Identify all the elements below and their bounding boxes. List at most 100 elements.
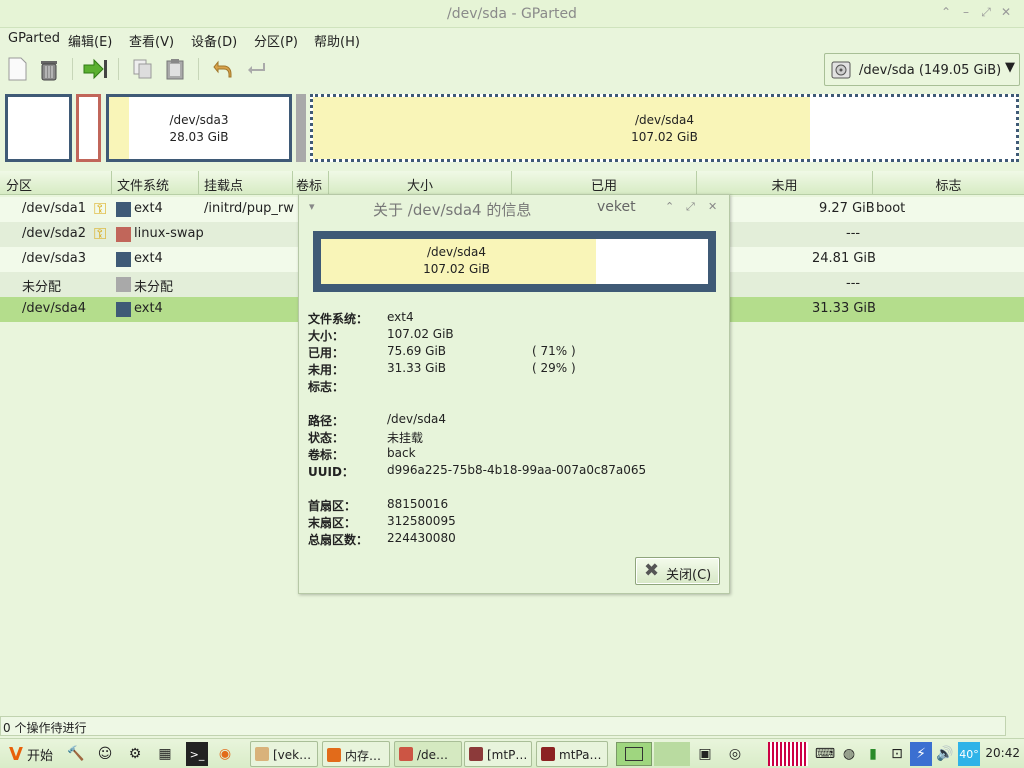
dialog-close-icon[interactable]: ✕ (708, 200, 717, 213)
cpu-monitor[interactable] (768, 742, 808, 766)
temperature[interactable]: 40° (958, 742, 980, 766)
fs-color-swatch (116, 277, 131, 292)
graph-sda4-size: 107.02 GiB (631, 130, 698, 144)
volume-icon[interactable]: 🔊 (934, 742, 956, 766)
cell-flags: boot (876, 201, 906, 216)
start-logo-icon: V (9, 743, 23, 765)
dialog-title: 关于 /dev/sda4 的信息 (373, 201, 532, 219)
undo-icon[interactable] (210, 56, 236, 82)
cell-unused: 9.27 GiB (819, 201, 875, 216)
minimize-arrow-icon[interactable]: ⌃ (936, 5, 956, 19)
taskbar: V 开始 🔨 ☺ ⚙ ▦ >_ ◉ [vek… 内存… /de… [mtP… m… (0, 738, 1024, 768)
paste-icon[interactable] (162, 56, 188, 82)
task-veket[interactable]: [vek… (250, 741, 318, 767)
dialog-graph-name: /dev/sda4 (426, 245, 487, 259)
close-icon[interactable]: ✕ (996, 5, 1016, 19)
value-filesystem: ext4 (387, 310, 414, 324)
network-icon[interactable]: ◍ (838, 742, 860, 766)
cell-partition: /dev/sda3 (22, 251, 86, 266)
menu-help[interactable]: 帮助(H) (314, 31, 360, 50)
pending-operations: 0 个操作待进行 (3, 721, 87, 735)
col-unused[interactable]: 未用 (697, 171, 873, 195)
partition-graph: /dev/sda3 28.03 GiB /dev/sda4 107.02 GiB (4, 92, 1020, 162)
col-partition[interactable]: 分区 (0, 171, 112, 195)
graph-sda3-name: /dev/sda3 (169, 113, 229, 127)
dialog-graph-size: 107.02 GiB (423, 262, 490, 276)
minimize-icon[interactable]: – (956, 5, 976, 19)
label-total-sectors: 总扇区数： (308, 533, 369, 547)
close-x-icon: ✖ (644, 560, 660, 581)
cell-unused: --- (846, 226, 861, 241)
graph-sda3[interactable]: /dev/sda3 28.03 GiB (106, 94, 292, 162)
battery-icon[interactable]: ▮ (862, 742, 884, 766)
col-size[interactable]: 大小 (329, 171, 512, 195)
dialog-menu-icon[interactable]: ▾ (309, 200, 315, 213)
col-flags[interactable]: 标志 (873, 171, 1024, 195)
delete-trash-icon[interactable] (36, 56, 62, 82)
tool-hammer-icon[interactable]: 🔨 (66, 742, 86, 766)
media-icon[interactable]: ◎ (724, 742, 746, 766)
resize-move-icon[interactable] (82, 56, 108, 82)
menu-bar: GParted 编辑(E) 查看(V) 设备(D) 分区(P) 帮助(H) (0, 28, 1024, 50)
cell-partition: /dev/sda4 (22, 301, 86, 316)
value-status: 未挂载 (387, 431, 424, 445)
graph-sda4-selected[interactable]: /dev/sda4 107.02 GiB (310, 94, 1019, 162)
menu-device[interactable]: 设备(D) (191, 31, 237, 50)
window-title: /dev/sda - GParted (447, 6, 577, 22)
col-used[interactable]: 已用 (512, 171, 697, 195)
harddisk-icon (831, 61, 851, 79)
col-filesystem[interactable]: 文件系统 (112, 171, 199, 195)
face-icon[interactable]: ☺ (94, 742, 116, 766)
menu-partition[interactable]: 分区(P) (254, 31, 298, 50)
power-icon[interactable]: ⚡ (910, 742, 932, 766)
settings-icon[interactable]: ⚙ (124, 742, 146, 766)
browser-icon[interactable]: ◉ (214, 742, 236, 766)
graph-unallocated[interactable] (296, 94, 306, 162)
package-icon[interactable]: ▦ (154, 742, 176, 766)
clock[interactable]: 20:42 (985, 746, 1020, 760)
apply-icon[interactable] (244, 56, 270, 82)
dialog-maximize-icon[interactable]: ⤢ (686, 200, 695, 214)
start-button[interactable]: V 开始 (4, 742, 58, 766)
task-memory[interactable]: 内存… (322, 741, 390, 767)
graph-sda4-name: /dev/sda4 (634, 113, 695, 127)
label-size: 大小： (308, 329, 345, 343)
task-gparted[interactable]: /de… (394, 741, 462, 767)
task-mtpaint-1[interactable]: [mtP… (464, 741, 532, 767)
close-button[interactable]: ✖ 关闭(C) (635, 557, 720, 585)
key-icon: ⚿ (94, 199, 107, 218)
dialog-shade-icon[interactable]: ⌃ (665, 200, 674, 213)
label-filesystem: 文件系统： (308, 312, 369, 326)
cell-partition: /dev/sda1 (22, 201, 86, 216)
label-uuid: UUID： (308, 465, 354, 479)
label-flags: 标志： (308, 380, 345, 394)
menu-edit[interactable]: 编辑(E) (68, 31, 112, 50)
maximize-icon[interactable]: ⤢ (976, 5, 996, 20)
device-label: /dev/sda (149.05 GiB) (859, 63, 1002, 78)
status-bar: 0 个操作待进行 (0, 716, 1006, 736)
device-selector[interactable]: /dev/sda (149.05 GiB) ▼ (824, 53, 1020, 86)
menu-gparted[interactable]: GParted (8, 31, 60, 46)
value-used: 75.69 GiB (387, 344, 447, 358)
fs-color-swatch (116, 202, 131, 217)
graph-sda1[interactable] (5, 94, 72, 162)
screenshot-icon[interactable]: ▣ (694, 742, 716, 766)
menu-view[interactable]: 查看(V) (129, 31, 174, 50)
desktop-1[interactable] (616, 742, 652, 766)
keyboard-icon[interactable]: ⌨ (814, 742, 836, 766)
dialog-title-bar: ▾ 关于 /dev/sda4 的信息 veket ⌃ ⤢ ✕ (299, 195, 729, 221)
value-volume-label: back (387, 446, 416, 460)
label-status: 状态： (308, 431, 345, 445)
copy-icon[interactable] (130, 56, 156, 82)
task-mtpaint-2[interactable]: mtPa… (536, 741, 608, 767)
close-button-label: 关闭(C) (666, 568, 712, 583)
monitor-icon[interactable]: ⊡ (886, 742, 908, 766)
terminal-icon[interactable]: >_ (186, 742, 208, 766)
cell-partition: /dev/sda2 (22, 226, 86, 241)
col-mountpoint[interactable]: 挂载点 (199, 171, 293, 195)
value-unused: 31.33 GiB (387, 361, 447, 375)
graph-sda2[interactable] (76, 94, 101, 162)
desktop-2[interactable] (654, 742, 690, 766)
new-partition-icon[interactable] (4, 56, 30, 82)
col-label[interactable]: 卷标 (293, 171, 329, 195)
